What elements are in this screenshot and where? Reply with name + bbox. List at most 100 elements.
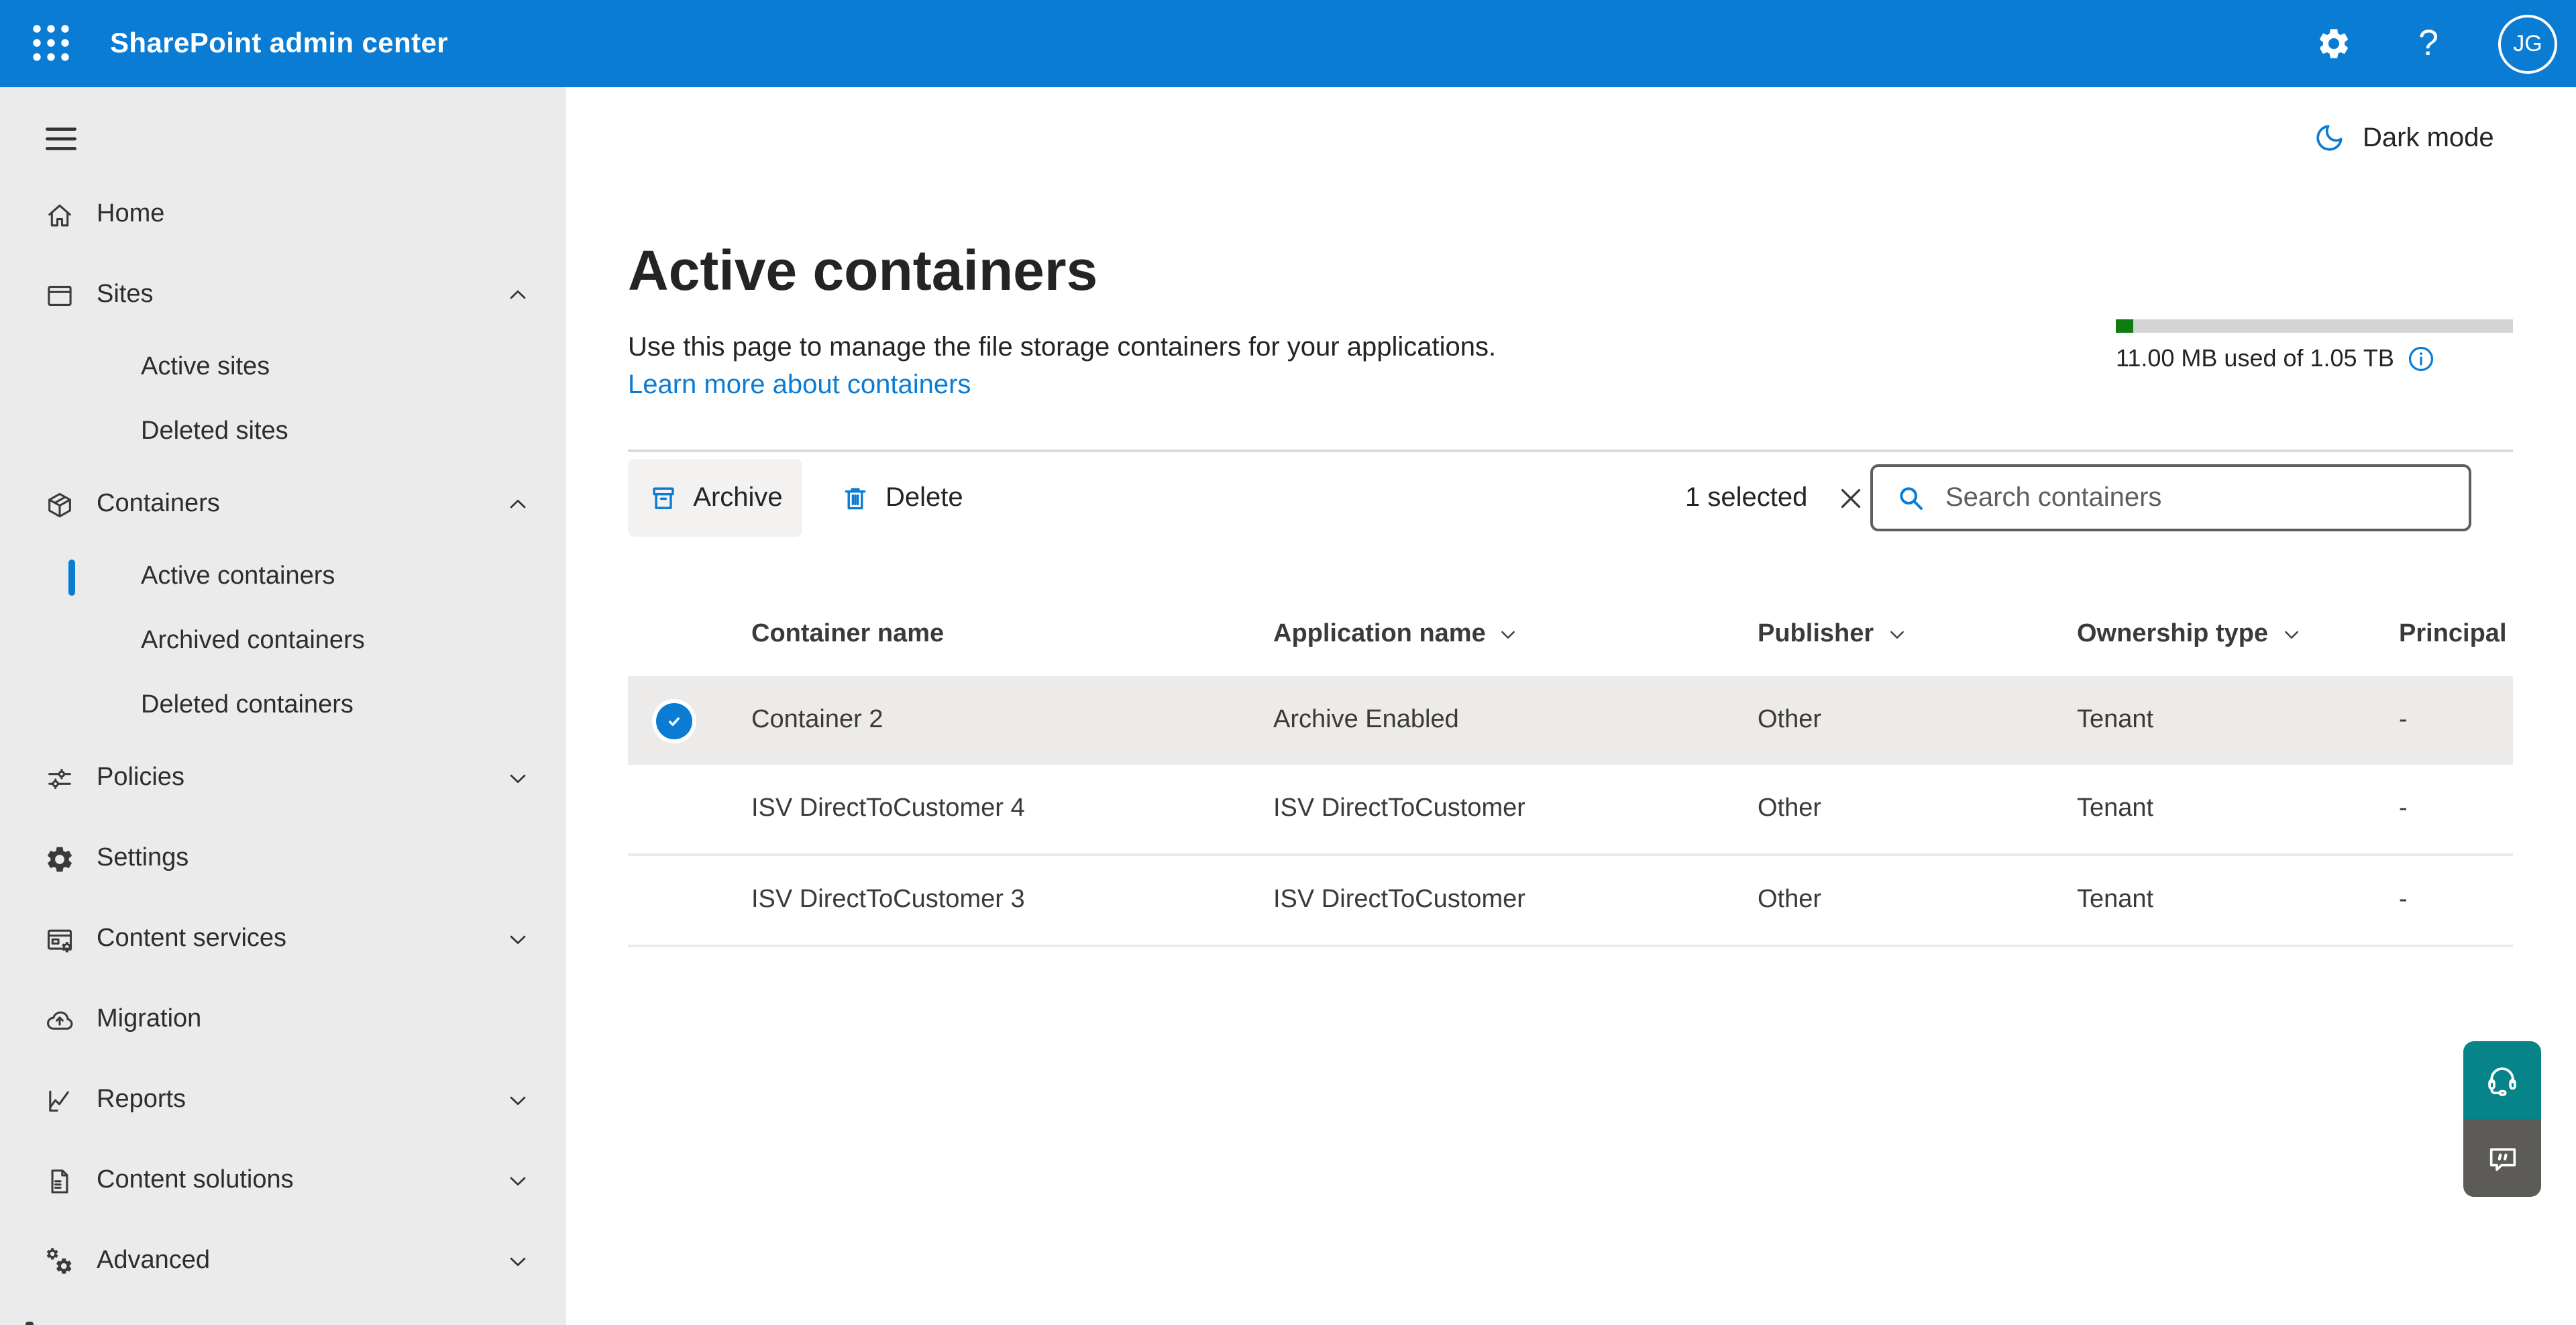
- sidebar-item-active-sites[interactable]: Active sites: [0, 335, 566, 400]
- learn-more-link[interactable]: Learn more about containers: [628, 370, 971, 401]
- help-button[interactable]: ?: [2396, 11, 2461, 75]
- trash-icon: [840, 482, 871, 513]
- cloud-upload-icon: [44, 1004, 75, 1035]
- sidebar-item-home[interactable]: Home: [0, 174, 566, 255]
- sidebar-item-content-solutions[interactable]: Content solutions: [0, 1141, 566, 1221]
- sidebar-item-label: Containers: [97, 490, 220, 518]
- chevron-down-icon: [1498, 624, 1519, 645]
- app-top-bar: SharePoint admin center ? JG: [0, 0, 2576, 87]
- sidebar-item-label: Policies: [97, 763, 184, 792]
- sidebar-item-advanced[interactable]: Advanced: [0, 1221, 566, 1302]
- chevron-down-icon: [2280, 624, 2302, 645]
- archive-button[interactable]: Archive: [628, 459, 802, 537]
- sidebar-item-content-services[interactable]: Content services: [0, 899, 566, 979]
- column-header-application-name[interactable]: Application name: [1273, 601, 1519, 668]
- sidebar-item-label: Active sites: [141, 353, 270, 381]
- cell-container-name: ISV DirectToCustomer 3: [751, 886, 1025, 914]
- sidebar-item-sites[interactable]: Sites: [0, 255, 566, 335]
- clear-selection-button[interactable]: [1830, 478, 1870, 518]
- account-avatar[interactable]: JG: [2498, 14, 2557, 73]
- chevron-down-icon: [504, 765, 531, 792]
- sidebar-item-label: Deleted sites: [141, 417, 288, 445]
- partial-nav-icon: [25, 1321, 34, 1325]
- table-header-row: Container name Application name Publishe…: [628, 601, 2513, 668]
- column-header-label: Application name: [1273, 620, 1486, 648]
- app-title: SharePoint admin center: [110, 28, 448, 58]
- column-header-principal-owner[interactable]: Principal o: [2399, 601, 2513, 668]
- feedback-bubble-icon: [2484, 1140, 2520, 1176]
- search-icon: [1894, 482, 1927, 514]
- support-button[interactable]: [2463, 1041, 2541, 1119]
- line-chart-icon: [44, 1085, 75, 1116]
- sidebar-item-settings[interactable]: Settings: [0, 818, 566, 899]
- dark-mode-label: Dark mode: [2363, 123, 2494, 152]
- storage-bar-fill: [2116, 319, 2133, 333]
- table-row[interactable]: ISV DirectToCustomer 4 ISV DirectToCusto…: [628, 765, 2513, 856]
- storage-bar: [2116, 319, 2513, 333]
- column-header-ownership-type[interactable]: Ownership type: [2077, 601, 2302, 668]
- sidebar-item-archived-containers[interactable]: Archived containers: [0, 609, 566, 674]
- sidebar-item-label: Archived containers: [141, 627, 365, 655]
- chevron-up-icon: [504, 282, 531, 309]
- search-input[interactable]: [1943, 481, 2455, 515]
- cell-principal-owner: -: [2399, 794, 2408, 823]
- row-selected-checkmark-icon[interactable]: [656, 702, 692, 739]
- cell-publisher: Other: [1758, 886, 1822, 914]
- moon-icon: [2312, 121, 2347, 156]
- sidebar-item-label: Content services: [97, 924, 287, 953]
- sidebar-item-label: Sites: [97, 280, 154, 309]
- feedback-button[interactable]: [2463, 1119, 2541, 1197]
- selection-status: 1 selected: [1685, 459, 1870, 537]
- column-header-label: Principal o: [2399, 620, 2513, 648]
- cell-publisher: Other: [1758, 794, 1822, 823]
- selected-indicator: [68, 559, 75, 595]
- sidebar-item-active-containers[interactable]: Active containers: [0, 545, 566, 609]
- info-icon[interactable]: [2406, 343, 2437, 374]
- sidebar-item-label: Active containers: [141, 562, 335, 590]
- sidebar-item-deleted-containers[interactable]: Deleted containers: [0, 674, 566, 738]
- delete-button[interactable]: Delete: [821, 459, 982, 537]
- cell-ownership-type: Tenant: [2077, 886, 2154, 914]
- collapse-nav-button[interactable]: [34, 111, 87, 165]
- dark-mode-toggle[interactable]: Dark mode: [2312, 118, 2494, 158]
- floating-action-buttons: [2463, 1041, 2541, 1197]
- column-header-publisher[interactable]: Publisher: [1758, 601, 1907, 668]
- sidebar-item-reports[interactable]: Reports: [0, 1060, 566, 1141]
- cell-application-name: ISV DirectToCustomer: [1273, 886, 1525, 914]
- chevron-down-icon: [504, 1167, 531, 1194]
- sidebar-item-label: Advanced: [97, 1247, 211, 1275]
- delete-button-label: Delete: [885, 482, 963, 512]
- cell-ownership-type: Tenant: [2077, 794, 2154, 823]
- sharepoint-admin-center: SharePoint admin center ? JG Home Sites: [0, 0, 2576, 1325]
- search-containers-box: [1870, 464, 2471, 531]
- sliders-icon: [44, 763, 75, 794]
- sidebar-item-label: Settings: [97, 844, 189, 872]
- sidebar-item-label: Deleted containers: [141, 691, 354, 719]
- cell-container-name: Container 2: [751, 706, 883, 734]
- sidebar-item-policies[interactable]: Policies: [0, 738, 566, 818]
- chevron-down-icon: [504, 926, 531, 953]
- hamburger-icon: [40, 117, 81, 159]
- chevron-up-icon: [504, 491, 531, 518]
- sidebar-item-deleted-sites[interactable]: Deleted sites: [0, 400, 566, 464]
- column-header-container-name[interactable]: Container name: [751, 601, 944, 668]
- table-row[interactable]: ISV DirectToCustomer 3 ISV DirectToCusto…: [628, 856, 2513, 947]
- storage-usage-text: 11.00 MB used of 1.05 TB: [2116, 345, 2394, 372]
- toolbar-divider: [628, 449, 2513, 452]
- sidebar-item-label: Content solutions: [97, 1166, 294, 1194]
- selection-count: 1 selected: [1685, 482, 1808, 512]
- sidebar-item-label: Reports: [97, 1085, 186, 1114]
- sidebar-item-containers[interactable]: Containers: [0, 464, 566, 545]
- waffle-icon: [31, 23, 71, 63]
- settings-gear-button[interactable]: [2301, 11, 2365, 75]
- column-header-label: Ownership type: [2077, 620, 2269, 648]
- chevron-down-icon: [504, 1248, 531, 1275]
- home-icon: [44, 199, 75, 230]
- gear-icon: [2315, 25, 2351, 61]
- archive-button-label: Archive: [693, 482, 783, 512]
- cell-publisher: Other: [1758, 706, 1822, 734]
- double-gear-icon: [44, 1246, 75, 1277]
- app-launcher-button[interactable]: [19, 11, 83, 75]
- table-row-selected[interactable]: Container 2 Archive Enabled Other Tenant…: [628, 676, 2513, 765]
- sidebar-item-migration[interactable]: Migration: [0, 979, 566, 1060]
